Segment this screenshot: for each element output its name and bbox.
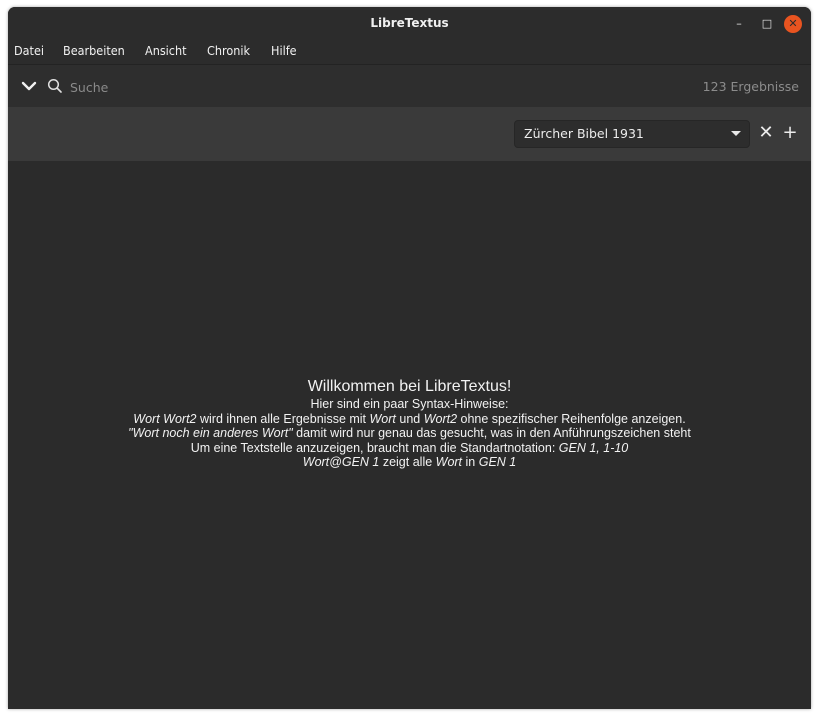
content-area: Willkommen bei LibreTextus! Hier sind ei… — [8, 161, 811, 709]
dropdown-arrow-icon — [731, 131, 741, 136]
syntax-example: GEN 1, 1-10 — [558, 440, 629, 455]
syntax-example: GEN 1 — [478, 455, 517, 469]
add-translation-button[interactable]: + — [779, 122, 801, 144]
syntax-text: Um eine Textstelle anzuzeigen, braucht m… — [190, 440, 559, 455]
remove-translation-button[interactable]: ✕ — [755, 122, 777, 144]
syntax-example: Wort@GEN 1 — [302, 455, 380, 469]
translation-label: Zürcher Bibel 1931 — [524, 126, 644, 141]
syntax-text: zeigt alle — [379, 455, 436, 469]
welcome-title: Willkommen bei LibreTextus! — [307, 378, 512, 395]
menu-bearbeiten[interactable]: Bearbeiten — [63, 40, 125, 64]
syntax-text: und — [395, 411, 424, 426]
search-bar: 123 Ergebnisse — [8, 64, 811, 108]
syntax-line-1: Wort Wort2 wird ihnen alle Ergebnisse mi… — [8, 412, 811, 427]
syntax-example: Wort Wort2 — [133, 411, 197, 426]
syntax-example: "Wort noch ein anderes Wort" — [128, 426, 293, 440]
syntax-text: wird ihnen alle Ergebnisse mit — [196, 411, 370, 426]
syntax-example: Wort — [435, 455, 463, 469]
welcome-text: Willkommen bei LibreTextus! Hier sind ei… — [8, 377, 811, 470]
syntax-text: in — [462, 455, 479, 469]
syntax-line-3: Um eine Textstelle anzuzeigen, braucht m… — [8, 441, 811, 456]
app-window: LibreTextus – □ ✕ Datei Bearbeiten Ansic… — [8, 7, 811, 709]
title-bar[interactable]: LibreTextus – □ ✕ — [8, 7, 811, 40]
chevron-down-icon[interactable] — [20, 77, 38, 95]
search-icon — [47, 78, 62, 93]
menu-ansicht[interactable]: Ansicht — [145, 40, 187, 64]
menu-bar: Datei Bearbeiten Ansicht Chronik Hilfe — [8, 40, 811, 64]
translation-select[interactable]: Zürcher Bibel 1931 — [514, 120, 750, 148]
syntax-example: Wort — [369, 411, 396, 426]
menu-chronik[interactable]: Chronik — [207, 40, 250, 64]
syntax-text: damit wird nur genau das gesucht, was in… — [292, 426, 691, 440]
syntax-example: Wort2 — [423, 411, 458, 426]
syntax-line-2: "Wort noch ein anderes Wort" damit wird … — [8, 426, 811, 441]
close-window-button[interactable]: ✕ — [784, 15, 802, 33]
window-title: LibreTextus — [370, 16, 449, 30]
menu-hilfe[interactable]: Hilfe — [271, 40, 297, 64]
translation-toolbar: Zürcher Bibel 1931 ✕ + — [8, 107, 811, 161]
minimize-button[interactable]: – — [730, 15, 748, 33]
result-count: 123 Ergebnisse — [702, 79, 799, 94]
search-input[interactable] — [68, 75, 632, 99]
menu-datei[interactable]: Datei — [14, 40, 44, 64]
maximize-button[interactable]: □ — [758, 15, 776, 33]
syntax-intro: Hier sind ein paar Syntax-Hinweise: — [310, 397, 509, 411]
syntax-line-4: Wort@GEN 1 zeigt alle Wort in GEN 1 — [8, 455, 811, 470]
syntax-text: ohne spezifischer Reihenfolge anzeigen. — [457, 411, 686, 426]
